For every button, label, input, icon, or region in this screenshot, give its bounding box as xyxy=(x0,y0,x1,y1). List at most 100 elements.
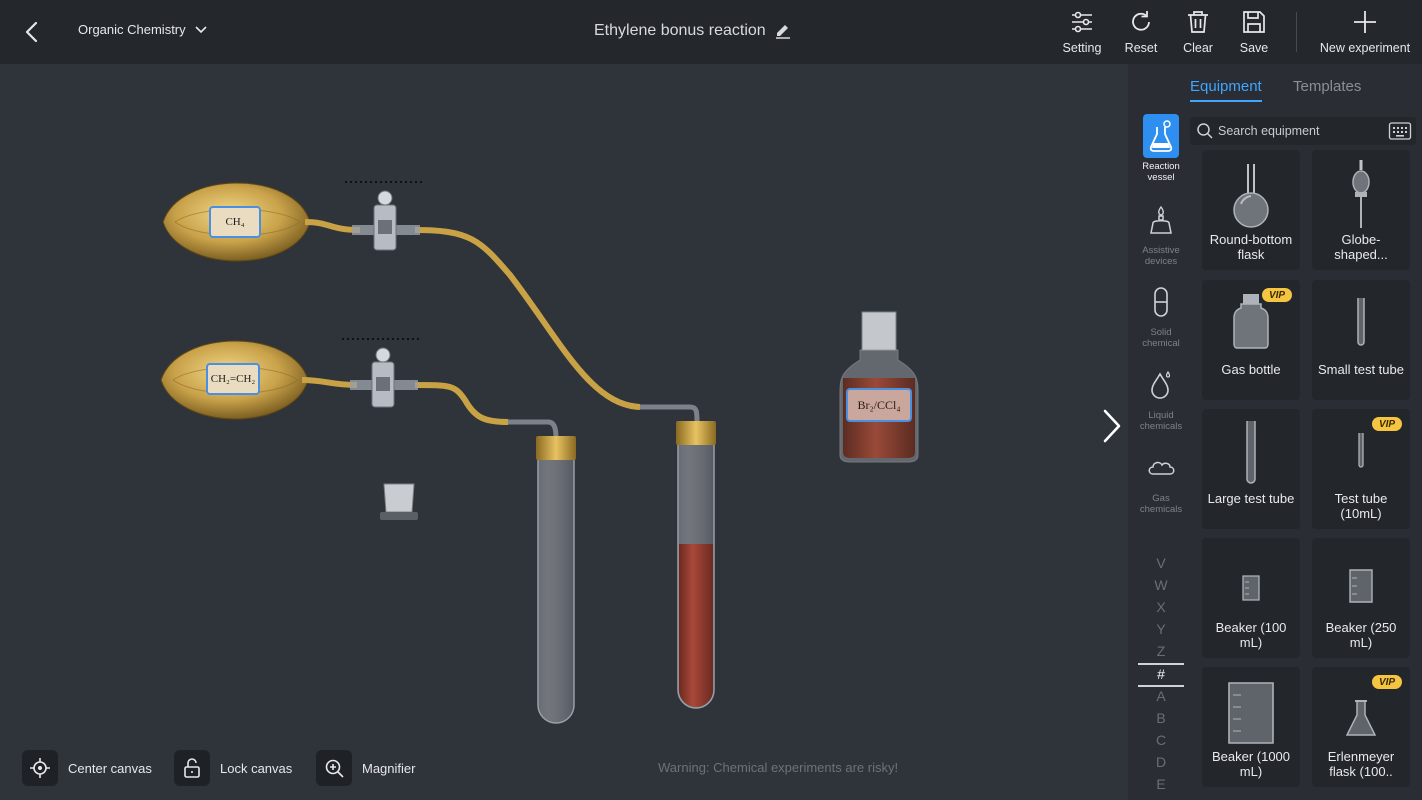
equipment-label: Globe-shaped... xyxy=(1334,232,1388,262)
equipment-card-erlenmeyer-flask[interactable]: VIP Erlenmeyer flask (100.. xyxy=(1312,667,1410,787)
center-canvas-label: Center canvas xyxy=(68,760,152,776)
toolbar-divider xyxy=(1296,12,1297,52)
save-label: Save xyxy=(1239,41,1269,55)
index-selection-line xyxy=(1138,663,1184,665)
equipment-card-test-tube-10ml[interactable]: VIP Test tube (10mL) xyxy=(1312,409,1410,529)
zoom-in-icon xyxy=(325,759,344,778)
lock-canvas-button[interactable]: Lock canvas xyxy=(174,750,292,786)
index-letter-z[interactable]: Z xyxy=(1138,643,1184,659)
index-letter-b[interactable]: B xyxy=(1138,710,1184,726)
index-letter-d[interactable]: D xyxy=(1138,754,1184,770)
keyboard-icon[interactable] xyxy=(1388,120,1412,142)
experiment-title[interactable]: Ethylene bonus reaction xyxy=(594,22,792,40)
search-bar xyxy=(1190,117,1416,145)
save-icon xyxy=(1243,11,1265,33)
beaker-250-icon xyxy=(1349,569,1373,603)
back-arrow-icon[interactable] xyxy=(18,18,46,46)
lock-canvas-label: Lock canvas xyxy=(220,760,293,776)
rubber-tube[interactable] xyxy=(301,377,358,388)
rubber-tube[interactable] xyxy=(304,219,361,233)
category-solid-chemical[interactable]: Solid chemical xyxy=(1132,280,1190,349)
flask-icon xyxy=(1149,120,1173,152)
sliders-icon xyxy=(1072,11,1092,33)
apparatus-scene xyxy=(160,181,919,724)
stopcock-valve-bottom[interactable] xyxy=(350,347,418,408)
droplet-icon xyxy=(1151,370,1171,399)
equipment-card-beaker-250[interactable]: Beaker (250 mL) xyxy=(1312,538,1410,658)
category-assistive-devices[interactable]: Assistive devices xyxy=(1132,198,1190,267)
large-test-tube-bromine[interactable] xyxy=(676,421,716,709)
index-letter-c[interactable]: C xyxy=(1138,732,1184,748)
beaker-1000-icon xyxy=(1228,682,1274,744)
category-label: Solid chemical xyxy=(1142,327,1180,349)
equipment-card-small-test-tube[interactable]: Small test tube xyxy=(1312,280,1410,400)
experiment-canvas[interactable]: CH₄ CH₂=CH₂ Br₂/CCl₄ xyxy=(0,64,1128,800)
new-experiment-button[interactable]: New experiment xyxy=(1320,8,1410,60)
glass-stopper[interactable] xyxy=(380,483,418,520)
magnifier-button[interactable]: Magnifier xyxy=(316,750,415,786)
vip-badge: VIP xyxy=(1372,675,1402,689)
beaker-100-icon xyxy=(1242,575,1260,601)
reagent-bottle-bromine[interactable] xyxy=(839,311,919,463)
chevron-down-icon xyxy=(195,25,207,33)
plus-icon xyxy=(1354,11,1376,33)
stopcock-valve-top[interactable] xyxy=(352,190,420,251)
top-bar: Organic Chemistry Ethylene bonus reactio… xyxy=(0,0,1422,64)
burner-icon xyxy=(1150,205,1172,234)
index-letter-e[interactable]: E xyxy=(1138,776,1184,792)
reset-label: Reset xyxy=(1124,41,1158,55)
course-selector[interactable]: Organic Chemistry xyxy=(78,22,208,37)
methane-label: CH₄ xyxy=(209,206,261,238)
index-letter-w[interactable]: W xyxy=(1138,577,1184,593)
center-canvas-button[interactable]: Center canvas xyxy=(22,750,152,786)
clear-button[interactable]: Clear xyxy=(1166,8,1230,60)
search-icon xyxy=(1197,123,1213,139)
clear-label: Clear xyxy=(1183,41,1213,55)
index-letter-v[interactable]: V xyxy=(1138,555,1184,571)
trash-icon xyxy=(1188,11,1208,33)
refresh-icon xyxy=(1132,11,1150,31)
tab-equipment[interactable]: Equipment xyxy=(1190,78,1262,102)
equipment-label: Round-bottom flask xyxy=(1209,232,1293,262)
small-test-tube-icon xyxy=(1357,298,1365,346)
equipment-card-large-test-tube[interactable]: Large test tube xyxy=(1202,409,1300,529)
category-liquid-chemicals[interactable]: Liquid chemicals xyxy=(1132,363,1190,432)
rubber-tube[interactable] xyxy=(414,382,509,425)
large-test-tube-icon xyxy=(1246,421,1256,484)
index-letter-y[interactable]: Y xyxy=(1138,621,1184,637)
course-name: Organic Chemistry xyxy=(78,22,186,37)
equipment-label: Beaker (100 mL) xyxy=(1215,620,1287,650)
equipment-card-globe-shaped[interactable]: Globe-shaped... xyxy=(1312,150,1410,270)
bromine-label: Br₂/CCl₄ xyxy=(846,388,912,422)
category-label: Reaction vessel xyxy=(1142,161,1180,183)
ethylene-label: CH₂=CH₂ xyxy=(206,363,260,395)
equipment-label: Erlenmeyer flask (100.. xyxy=(1327,749,1395,779)
equipment-card-gas-bottle[interactable]: VIP Gas bottle xyxy=(1202,280,1300,400)
equipment-label: Small test tube xyxy=(1318,362,1404,377)
tab-templates[interactable]: Templates xyxy=(1293,78,1361,95)
magnifier-label: Magnifier xyxy=(362,760,416,776)
index-letter-x[interactable]: X xyxy=(1138,599,1184,615)
equipment-label: Beaker (250 mL) xyxy=(1325,620,1397,650)
large-test-tube-empty[interactable] xyxy=(536,436,576,724)
category-label: Gas chemicals xyxy=(1139,493,1183,515)
crosshair-icon xyxy=(30,758,50,778)
category-reaction-vessel[interactable]: Reaction vessel xyxy=(1132,114,1190,183)
equipment-card-round-bottom-flask[interactable]: Round-bottom flask xyxy=(1202,150,1300,270)
rubber-tube[interactable] xyxy=(414,227,641,410)
warning-text: Warning: Chemical experiments are risky! xyxy=(658,760,899,775)
index-letter-hash[interactable]: # xyxy=(1138,666,1184,682)
search-input[interactable] xyxy=(1218,124,1388,138)
equipment-label: Beaker (1000 mL) xyxy=(1211,749,1291,779)
glass-tube xyxy=(508,419,559,439)
category-gas-chemicals[interactable]: Gas chemicals xyxy=(1132,446,1190,515)
chevron-right-icon[interactable] xyxy=(1098,408,1126,444)
save-button[interactable]: Save xyxy=(1222,8,1286,60)
reset-button[interactable]: Reset xyxy=(1109,8,1173,60)
index-letter-a[interactable]: A xyxy=(1138,688,1184,704)
unlock-icon xyxy=(184,758,200,778)
equipment-card-beaker-1000[interactable]: Beaker (1000 mL) xyxy=(1202,667,1300,787)
setting-button[interactable]: Setting xyxy=(1050,8,1114,60)
equipment-card-beaker-100[interactable]: Beaker (100 mL) xyxy=(1202,538,1300,658)
category-label: Liquid chemicals xyxy=(1139,410,1183,432)
